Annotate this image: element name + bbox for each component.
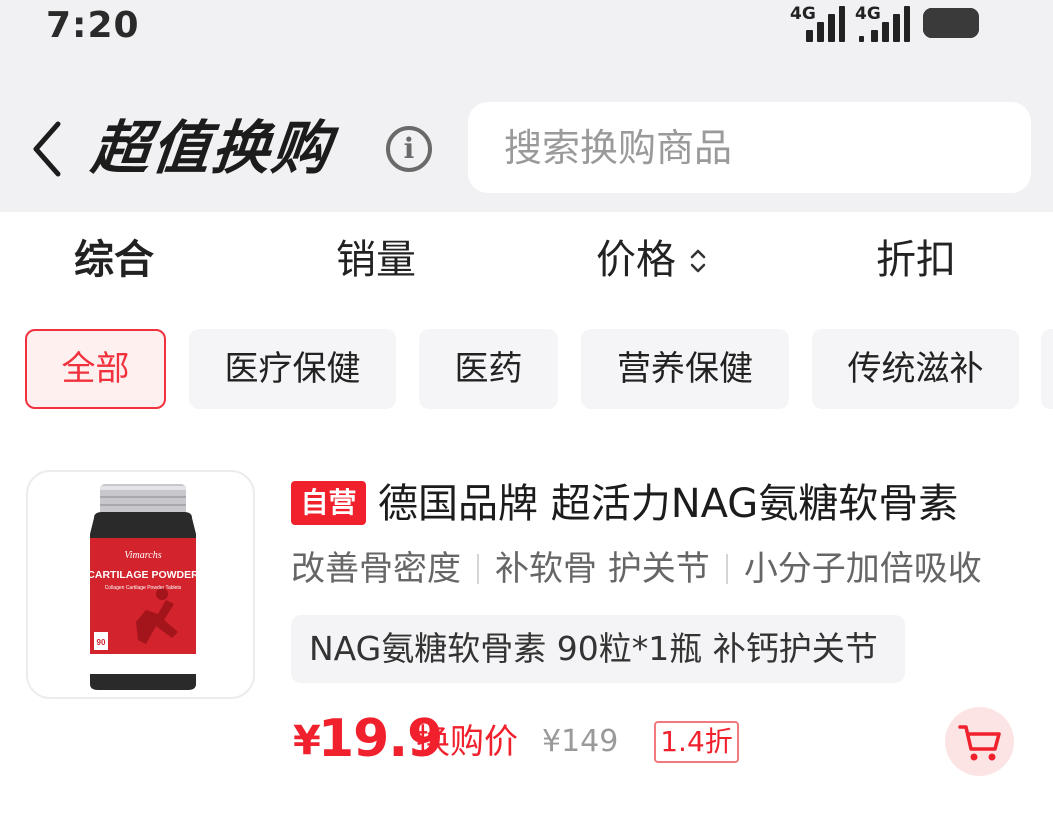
feature-tag: 小分子加倍吸收 — [743, 549, 982, 589]
signal-icon: 4G — [790, 4, 845, 42]
page-title: 超值换购 — [88, 114, 336, 182]
category-chip-medicine[interactable]: 医药 — [419, 329, 558, 409]
battery-nub — [923, 8, 979, 38]
product-title[interactable]: 德国品牌 超活力NAG氨糖软骨素 — [378, 476, 958, 532]
product-features: 改善骨密度 补软骨 护关节 小分子加倍吸收 — [291, 544, 982, 594]
feature-divider — [725, 554, 728, 584]
discount-badge: 1.4折 — [654, 721, 739, 763]
product-image[interactable]: 90 Vimarchs CARTILAGE POWDER Collagen Ca… — [26, 470, 255, 699]
feature-tag: 改善骨密度 — [291, 549, 461, 589]
back-arrow-icon[interactable] — [26, 118, 70, 180]
sort-tab-comprehensive[interactable]: 综合 — [52, 232, 176, 288]
category-chip-more[interactable] — [1041, 329, 1053, 409]
product-image-brand: Vimarchs — [124, 550, 161, 561]
feature-tag: 补软骨 护关节 — [495, 549, 710, 589]
self-operated-badge: 自营 — [291, 481, 366, 525]
signal-label: 4G — [855, 4, 881, 24]
search-box[interactable] — [468, 102, 1031, 193]
product-image-name: CARTILAGE POWDER — [87, 569, 199, 581]
product-spec[interactable]: NAG氨糖软骨素 90粒*1瓶 补钙护关节 — [291, 615, 905, 683]
sort-tab-price[interactable]: 价格 — [576, 232, 700, 288]
sort-tab-discount[interactable]: 折扣 — [854, 232, 978, 288]
sort-arrows-icon — [690, 249, 706, 273]
add-to-cart-button[interactable] — [945, 707, 1014, 776]
category-chip-traditional-tonic[interactable]: 传统滋补 — [812, 329, 1019, 409]
sort-tab-sales[interactable]: 销量 — [314, 232, 438, 288]
product-image-count: 90 — [97, 638, 106, 647]
info-icon[interactable]: i — [386, 126, 432, 172]
exchange-price-label: 换购价 — [416, 722, 518, 762]
status-time: 7:20 — [46, 5, 140, 46]
category-chip-nutrition[interactable]: 营养保健 — [581, 329, 789, 409]
signal-icon: 4G — [855, 4, 910, 42]
original-price: ¥149 — [542, 724, 619, 759]
category-chip-healthcare[interactable]: 医疗保健 — [189, 329, 396, 409]
category-chip-all[interactable]: 全部 — [25, 329, 166, 409]
price-currency: ¥ — [293, 718, 321, 764]
product-image-subtitle: Collagen Cartilage Powder Tablets — [105, 585, 182, 591]
cart-icon — [958, 725, 1001, 761]
search-input[interactable] — [504, 102, 1004, 193]
feature-divider — [477, 554, 479, 584]
supplement-bottle-icon: 90 Vimarchs CARTILAGE POWDER Collagen Ca… — [87, 484, 199, 690]
signal-label: 4G — [790, 4, 816, 24]
